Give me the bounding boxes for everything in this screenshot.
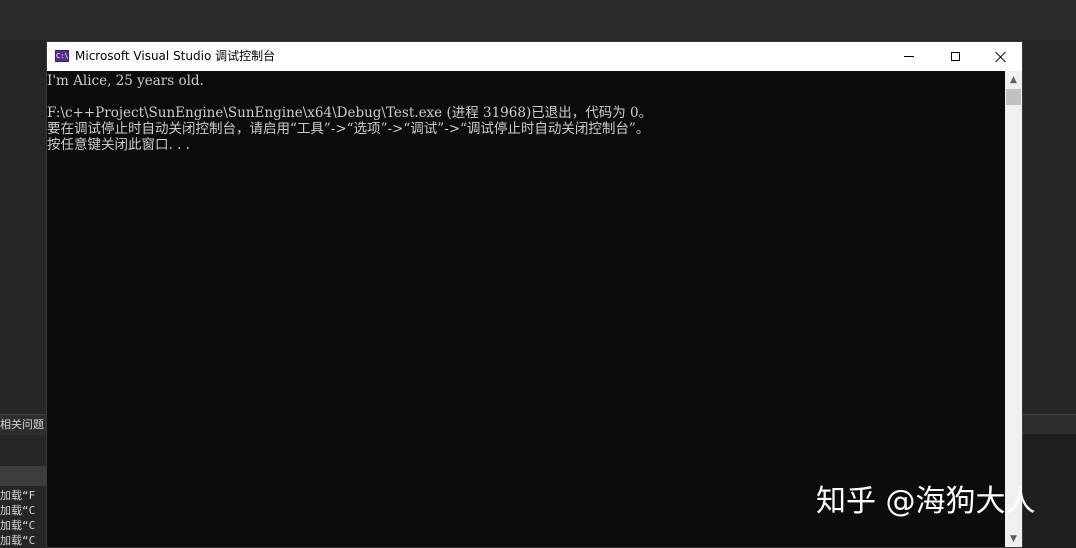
console-titlebar[interactable]: C:\ Microsoft Visual Studio 调试控制台: [47, 42, 1022, 71]
console-line: 按任意键关闭此窗口. . .: [47, 137, 190, 153]
console-line: F:\c++Project\SunEngine\SunEngine\x64\De…: [47, 105, 653, 121]
maximize-button[interactable]: [932, 42, 978, 71]
visual-studio-console-icon[interactable]: C:\: [55, 50, 69, 62]
ide-panel-title: 相关问题: [0, 418, 44, 431]
minimize-icon: [904, 56, 914, 57]
ide-top-area: [0, 0, 1076, 40]
console-output[interactable]: I'm Alice, 25 years old. F:\c++Project\S…: [47, 73, 1005, 543]
scroll-down-arrow-icon[interactable]: ▼: [1005, 530, 1022, 547]
minimize-button[interactable]: [886, 42, 932, 71]
console-title: Microsoft Visual Studio 调试控制台: [75, 49, 276, 63]
scroll-up-arrow-icon[interactable]: ▲: [1005, 71, 1022, 88]
console-line: 要在调试停止时自动关闭控制台，请启用“工具”->“选项”->“调试”->“调试停…: [47, 121, 650, 137]
close-icon: [995, 51, 1007, 63]
debug-console-window[interactable]: C:\ Microsoft Visual Studio 调试控制台 I'm Al…: [46, 41, 1023, 548]
vertical-scrollbar[interactable]: ▲ ▼: [1005, 71, 1022, 547]
scrollbar-thumb[interactable]: [1006, 89, 1021, 105]
watermark: 知乎 @海狗大人: [816, 484, 1036, 519]
close-button[interactable]: [978, 42, 1024, 71]
maximize-icon: [950, 52, 960, 61]
console-line: I'm Alice, 25 years old.: [47, 73, 204, 89]
